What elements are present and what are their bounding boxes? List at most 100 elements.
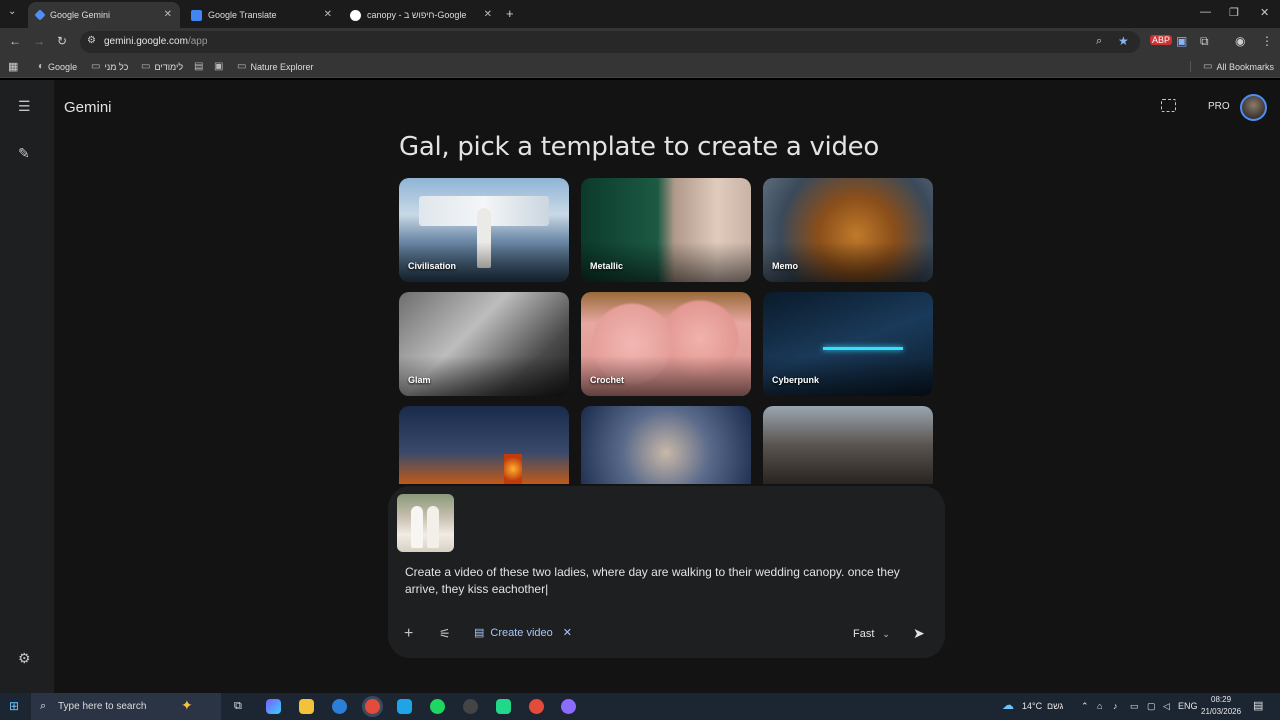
tab-search-icon[interactable]: ⌄ — [8, 6, 16, 17]
chevron-down-icon: ⌄ — [882, 629, 890, 639]
settings-gear-icon[interactable]: ⚙ — [18, 650, 31, 667]
screen-share-icon[interactable] — [1161, 99, 1176, 112]
bookmark-extra-2[interactable]: ▣ — [214, 61, 227, 72]
windows-taskbar: ⊞ ⌕ Type here to search ✦ ⧉ ☁ 14°C גשם ⌃… — [0, 693, 1280, 720]
brand-title: Gemini — [64, 99, 112, 116]
sparkle-icon: ✦ — [181, 697, 193, 713]
avatar[interactable] — [1240, 94, 1267, 121]
bookmark-folder-1[interactable]: ▭ כל מני — [91, 61, 128, 72]
grid-icon: ▤ — [194, 61, 204, 72]
gemini-favicon-icon — [34, 9, 46, 21]
windows-start-icon[interactable]: ⊞ — [9, 699, 19, 713]
restore-icon[interactable]: ❐ — [1229, 6, 1239, 19]
zoom-icon[interactable]: ⌕ — [1096, 35, 1102, 48]
search-placeholder: Type here to search — [58, 701, 147, 712]
template-card-glam[interactable]: Glam — [399, 292, 569, 396]
extensions-icon[interactable]: ⧉ — [1200, 34, 1209, 49]
attached-image-thumbnail[interactable] — [397, 494, 454, 552]
fire-image — [504, 454, 522, 484]
bookmark-nature-explorer[interactable]: ▭ Nature Explorer — [237, 61, 313, 72]
network-icon[interactable]: ⌂ — [1097, 701, 1102, 711]
clock-date[interactable]: 21/03/2026 — [1201, 707, 1241, 716]
add-icon[interactable]: + — [404, 625, 413, 643]
close-tab-icon[interactable]: ✕ — [484, 9, 492, 20]
pycharm-icon[interactable] — [496, 699, 511, 714]
mode-selector[interactable]: Fast ⌄ — [853, 628, 890, 640]
hamburger-menu-icon[interactable]: ☰ — [18, 98, 31, 115]
template-card-action[interactable] — [763, 406, 933, 484]
site-info-icon[interactable]: ⚙ — [87, 35, 96, 46]
bride-figure — [411, 506, 423, 548]
translate-favicon-icon — [191, 9, 202, 21]
send-icon[interactable]: ➤ — [913, 625, 925, 642]
tab-canopy-search[interactable]: canopy - חיפוש ב-Google ✕ — [342, 2, 500, 28]
remove-chip-icon[interactable]: ✕ — [563, 626, 572, 639]
profile-icon[interactable]: ◉ — [1235, 34, 1245, 48]
weather-desc[interactable]: גשם — [1047, 701, 1063, 711]
chevron-up-icon[interactable]: ⌃ — [1081, 701, 1089, 712]
google-favicon-icon — [350, 9, 361, 21]
template-card-metallic[interactable]: Metallic — [581, 178, 751, 282]
spotify-icon[interactable] — [430, 699, 445, 714]
language-indicator[interactable]: ENG — [1178, 701, 1198, 711]
clock-time[interactable]: 08:29 — [1211, 695, 1231, 704]
close-tab-icon[interactable]: ✕ — [324, 9, 332, 20]
plan-badge[interactable]: PRO — [1208, 101, 1230, 112]
browser-toolbar: ← → ↻ ⚙ gemini.google.com/app ⌕ ★ ABP ▣ … — [0, 28, 1280, 56]
edge-icon[interactable] — [332, 699, 347, 714]
url-text: gemini.google.com/app — [104, 36, 208, 47]
chrome-profile-icon[interactable] — [529, 699, 544, 714]
template-card-memo[interactable]: Memo — [763, 178, 933, 282]
app-icon[interactable] — [561, 699, 576, 714]
bookmark-star-icon[interactable]: ★ — [1118, 34, 1129, 48]
new-chat-icon[interactable]: ✎ — [18, 145, 30, 162]
reload-icon[interactable]: ↻ — [57, 34, 67, 48]
store-icon[interactable] — [397, 699, 412, 714]
create-video-chip[interactable]: ▤ Create video ✕ — [474, 626, 572, 640]
tab-title: Google Gemini — [50, 10, 111, 20]
tab-translate[interactable]: Google Translate ✕ — [183, 2, 340, 28]
mic-icon[interactable]: ♪ — [1113, 701, 1118, 711]
minimize-icon[interactable]: — — [1200, 6, 1211, 18]
translate-extension-icon[interactable]: ▣ — [1176, 34, 1187, 48]
tab-gemini[interactable]: Google Gemini ✕ — [28, 2, 180, 28]
close-tab-icon[interactable]: ✕ — [164, 9, 172, 20]
app-icon[interactable] — [463, 699, 478, 714]
page-title: Gal, pick a template to create a video — [399, 132, 879, 162]
task-view-icon[interactable]: ⧉ — [234, 700, 242, 713]
taskbar-search[interactable]: ⌕ Type here to search ✦ — [31, 693, 221, 720]
template-card-city-night[interactable] — [399, 406, 569, 484]
bookmark-google[interactable]: ◐ Google — [38, 61, 77, 72]
folder-icon: ▭ — [141, 61, 151, 72]
template-card-civilisation[interactable]: Civilisation — [399, 178, 569, 282]
tools-sliders-icon[interactable]: ⚟ — [439, 626, 451, 642]
weather-temp[interactable]: 14°C — [1022, 701, 1042, 711]
close-window-icon[interactable]: ✕ — [1260, 6, 1269, 19]
volume-icon[interactable]: ◁ — [1163, 701, 1170, 712]
prompt-input[interactable]: Create a video of these two ladies, wher… — [405, 564, 925, 598]
address-bar[interactable]: ⚙ gemini.google.com/app ⌕ ★ — [80, 31, 1140, 53]
template-card-crochet[interactable]: Crochet — [581, 292, 751, 396]
back-icon[interactable]: ← — [9, 34, 21, 48]
bookmark-label: Google — [48, 61, 78, 72]
adblock-extension-icon[interactable]: ABP — [1150, 35, 1173, 45]
display-icon[interactable]: ▢ — [1147, 701, 1156, 712]
notifications-icon[interactable]: ▤ — [1253, 699, 1263, 712]
chrome-icon[interactable] — [365, 699, 380, 714]
file-explorer-icon[interactable] — [299, 699, 314, 714]
copilot-icon[interactable] — [266, 699, 281, 714]
side-rail: ☰ ✎ ⚙ — [0, 80, 54, 693]
bookmark-extra-1[interactable]: ▤ — [194, 61, 207, 72]
all-bookmarks[interactable]: ▭ All Bookmarks — [1190, 61, 1274, 72]
template-card-cyberpunk[interactable]: Cyberpunk — [763, 292, 933, 396]
battery-icon[interactable]: ▭ — [1130, 701, 1139, 712]
template-card-face-closeup[interactable] — [581, 406, 751, 484]
new-tab-icon[interactable]: + — [506, 6, 514, 21]
menu-kebab-icon[interactable]: ⋮ — [1261, 34, 1273, 48]
folder-icon: ▭ — [91, 61, 101, 72]
apps-grid-icon[interactable]: ▦ — [8, 60, 18, 73]
bookmark-folder-2[interactable]: ▭ לימודים — [141, 61, 183, 72]
template-label: Crochet — [590, 375, 625, 385]
forward-icon[interactable]: → — [33, 34, 45, 48]
bookmark-label: כל מני — [104, 61, 129, 72]
